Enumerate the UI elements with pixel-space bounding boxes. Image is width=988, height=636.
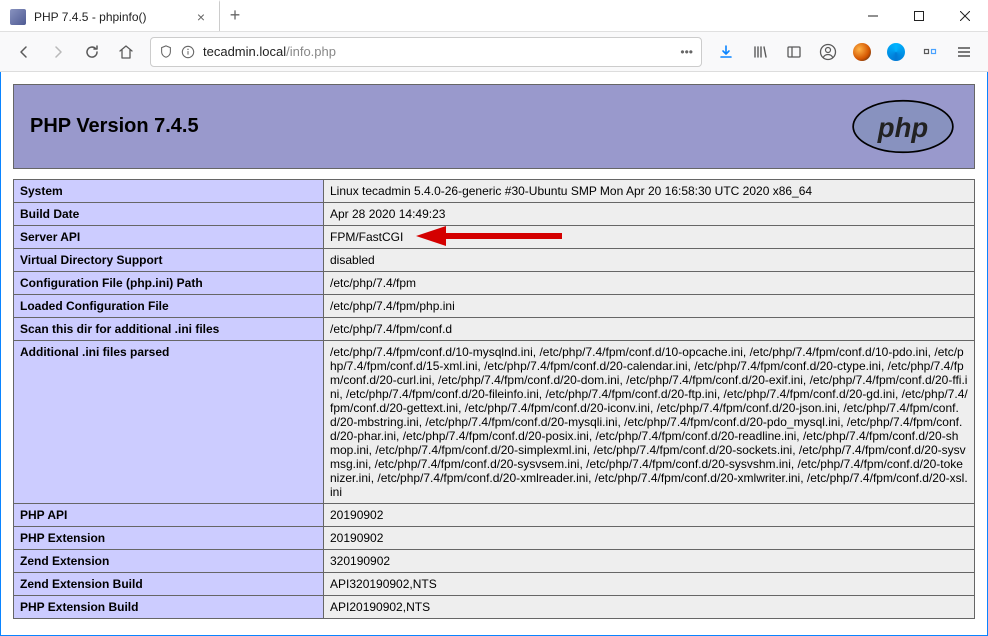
row-key: Server API bbox=[14, 226, 324, 249]
new-tab-button[interactable]: + bbox=[220, 0, 250, 31]
table-row: Additional .ini files parsed/etc/php/7.4… bbox=[14, 341, 975, 504]
row-value: 20190902 bbox=[324, 527, 975, 550]
downloads-button[interactable] bbox=[710, 36, 742, 68]
row-value: Linux tecadmin 5.4.0-26-generic #30-Ubun… bbox=[324, 180, 975, 203]
table-row: Loaded Configuration File/etc/php/7.4/fp… bbox=[14, 295, 975, 318]
tab-close-button[interactable]: × bbox=[193, 9, 209, 25]
minimize-button[interactable] bbox=[850, 0, 896, 31]
table-row: SystemLinux tecadmin 5.4.0-26-generic #3… bbox=[14, 180, 975, 203]
table-row: Build DateApr 28 2020 14:49:23 bbox=[14, 203, 975, 226]
tab-title: PHP 7.4.5 - phpinfo() bbox=[34, 10, 193, 24]
library-button[interactable] bbox=[744, 36, 776, 68]
browser-tab[interactable]: PHP 7.4.5 - phpinfo() × bbox=[0, 0, 220, 31]
back-button[interactable] bbox=[8, 36, 40, 68]
phpinfo-table: SystemLinux tecadmin 5.4.0-26-generic #3… bbox=[13, 179, 975, 619]
row-value: 320190902 bbox=[324, 550, 975, 573]
row-key: Configuration File (php.ini) Path bbox=[14, 272, 324, 295]
row-value: API20190902,NTS bbox=[324, 596, 975, 619]
menu-button[interactable] bbox=[948, 36, 980, 68]
svg-text:php: php bbox=[877, 112, 928, 143]
window-controls bbox=[850, 0, 988, 31]
table-row: Server APIFPM/FastCGI bbox=[14, 226, 975, 249]
row-key: Zend Extension bbox=[14, 550, 324, 573]
annotation-arrow bbox=[412, 223, 572, 249]
row-key: Virtual Directory Support bbox=[14, 249, 324, 272]
forward-button[interactable] bbox=[42, 36, 74, 68]
page-actions-icon[interactable]: ••• bbox=[680, 45, 693, 59]
url-text: tecadmin.local/info.php bbox=[203, 44, 672, 59]
row-value: API320190902,NTS bbox=[324, 573, 975, 596]
extension-icon-2[interactable] bbox=[880, 36, 912, 68]
row-key: PHP Extension bbox=[14, 527, 324, 550]
sidebar-button[interactable] bbox=[778, 36, 810, 68]
account-button[interactable] bbox=[812, 36, 844, 68]
page-title: PHP Version 7.4.5 bbox=[30, 115, 199, 138]
row-value: disabled bbox=[324, 249, 975, 272]
table-row: Configuration File (php.ini) Path/etc/ph… bbox=[14, 272, 975, 295]
table-row: Virtual Directory Supportdisabled bbox=[14, 249, 975, 272]
maximize-button[interactable] bbox=[896, 0, 942, 31]
row-key: PHP Extension Build bbox=[14, 596, 324, 619]
row-key: Additional .ini files parsed bbox=[14, 341, 324, 504]
php-logo: php bbox=[848, 99, 958, 154]
row-key: Scan this dir for additional .ini files bbox=[14, 318, 324, 341]
home-button[interactable] bbox=[110, 36, 142, 68]
info-icon[interactable] bbox=[181, 45, 195, 59]
table-row: PHP Extension BuildAPI20190902,NTS bbox=[14, 596, 975, 619]
phpinfo-header: PHP Version 7.4.5 php bbox=[13, 84, 975, 169]
row-key: PHP API bbox=[14, 504, 324, 527]
url-bar[interactable]: tecadmin.local/info.php ••• bbox=[150, 37, 702, 67]
row-value: /etc/php/7.4/fpm/conf.d/10-mysqlnd.ini, … bbox=[324, 341, 975, 504]
phpinfo-page: PHP Version 7.4.5 php SystemLinux tecadm… bbox=[1, 72, 987, 631]
table-row: Zend Extension BuildAPI320190902,NTS bbox=[14, 573, 975, 596]
row-value: Apr 28 2020 14:49:23 bbox=[324, 203, 975, 226]
close-button[interactable] bbox=[942, 0, 988, 31]
tab-favicon bbox=[10, 9, 26, 25]
row-key: System bbox=[14, 180, 324, 203]
table-row: PHP Extension20190902 bbox=[14, 527, 975, 550]
page-scroll-area[interactable]: PHP Version 7.4.5 php SystemLinux tecadm… bbox=[1, 72, 987, 635]
row-value: FPM/FastCGI bbox=[324, 226, 975, 249]
row-key: Build Date bbox=[14, 203, 324, 226]
row-value: /etc/php/7.4/fpm bbox=[324, 272, 975, 295]
window-titlebar: PHP 7.4.5 - phpinfo() × + bbox=[0, 0, 988, 32]
extensions-overflow[interactable] bbox=[914, 36, 946, 68]
table-row: Scan this dir for additional .ini files/… bbox=[14, 318, 975, 341]
reload-button[interactable] bbox=[76, 36, 108, 68]
table-row: Zend Extension320190902 bbox=[14, 550, 975, 573]
shield-icon[interactable] bbox=[159, 45, 173, 59]
browser-toolbar: tecadmin.local/info.php ••• bbox=[0, 32, 988, 72]
row-value: /etc/php/7.4/fpm/conf.d bbox=[324, 318, 975, 341]
row-key: Loaded Configuration File bbox=[14, 295, 324, 318]
row-value: 20190902 bbox=[324, 504, 975, 527]
table-row: PHP API20190902 bbox=[14, 504, 975, 527]
row-key: Zend Extension Build bbox=[14, 573, 324, 596]
extension-icon-1[interactable] bbox=[846, 36, 878, 68]
row-value: /etc/php/7.4/fpm/php.ini bbox=[324, 295, 975, 318]
